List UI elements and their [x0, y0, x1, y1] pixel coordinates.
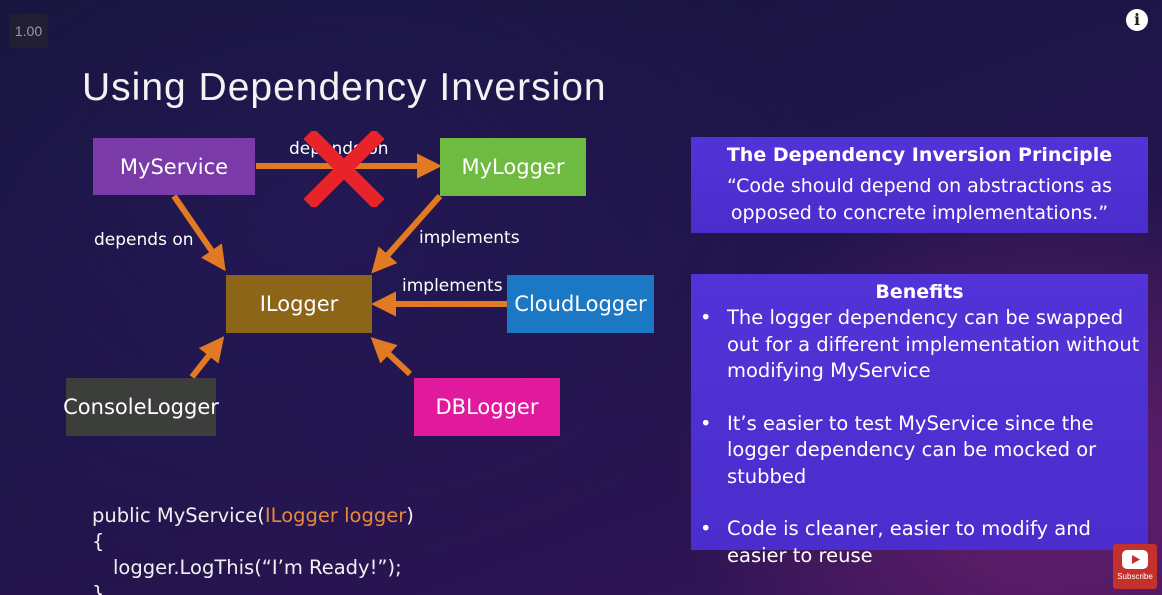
code-line-4: } [92, 582, 105, 595]
box-cloudlogger-label: CloudLogger [514, 292, 647, 316]
principle-panel: The Dependency Inversion Principle “Code… [691, 137, 1148, 233]
code-line-1: public MyService(ILogger logger) [92, 503, 414, 529]
box-ilogger-label: ILogger [259, 292, 339, 316]
box-mylogger-label: MyLogger [461, 155, 565, 179]
benefit-item: The logger dependency can be swapped out… [691, 305, 1148, 385]
benefits-panel: Benefits The logger dependency can be sw… [691, 274, 1148, 567]
code-constructor-suffix: ) [406, 504, 414, 527]
code-line-3: logger.LogThis(“I’m Ready!”); [113, 556, 402, 579]
box-myservice: MyService [93, 138, 255, 195]
youtube-icon [1122, 550, 1148, 569]
code-snippet: public MyService(ILogger logger) { logge… [92, 503, 414, 595]
box-consolelogger-label: ConsoleLogger [63, 395, 219, 419]
principle-quote: “Code should depend on abstractions as o… [691, 173, 1148, 227]
benefit-item: It’s easier to test MyService since the … [691, 411, 1148, 491]
box-dblogger-label: DBLogger [435, 395, 539, 419]
benefits-list: The logger dependency can be swapped out… [691, 305, 1148, 569]
arrow-consolelogger-to-ilogger [189, 336, 225, 379]
edge-label-implements-cloudlogger: implements [402, 276, 503, 296]
box-dblogger: DBLogger [414, 378, 560, 436]
arrow-dblogger-to-ilogger [370, 337, 413, 377]
edge-label-implements-mylogger: implements [419, 228, 520, 248]
box-myservice-label: MyService [119, 154, 229, 179]
edge-label-depends-on: depends on [94, 230, 194, 250]
box-cloudlogger: CloudLogger [507, 275, 654, 333]
benefits-title: Benefits [875, 281, 964, 303]
code-constructor-prefix: public MyService( [92, 504, 265, 527]
subscribe-label: Subscribe [1117, 572, 1153, 581]
benefit-item: Code is cleaner, easier to modify and ea… [691, 516, 1148, 569]
code-line-2: { [92, 530, 105, 553]
subscribe-button[interactable]: Subscribe [1113, 544, 1157, 589]
red-x-icon [304, 131, 384, 207]
principle-quote-line-1: “Code should depend on abstractions as [726, 175, 1112, 197]
box-ilogger: ILogger [226, 275, 372, 333]
info-icon[interactable]: i [1126, 9, 1148, 31]
principle-quote-line-2: opposed to concrete implementations.” [730, 202, 1109, 224]
box-mylogger: MyLogger [440, 138, 586, 196]
principle-title: The Dependency Inversion Principle [726, 144, 1113, 166]
box-consolelogger: ConsoleLogger [63, 378, 219, 436]
code-highlight-parameter: ILogger logger [264, 504, 407, 527]
dependency-diagram: MyService MyLogger ILogger CloudLogger C… [0, 0, 700, 480]
